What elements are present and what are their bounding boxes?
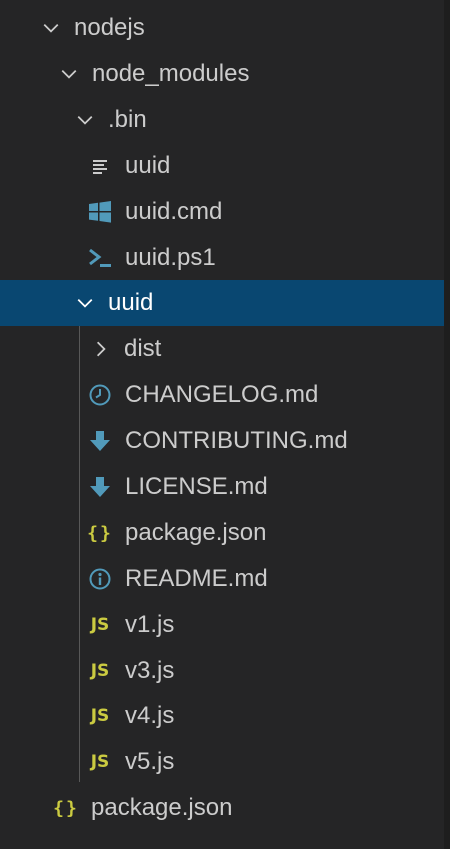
tree-file-root-package-json[interactable]: {} package.json bbox=[0, 785, 444, 831]
tree-item-label: README.md bbox=[125, 565, 268, 592]
tree-file-uuid-cmd[interactable]: uuid.cmd bbox=[0, 189, 444, 235]
tree-item-label: v1.js bbox=[125, 611, 175, 638]
clock-icon bbox=[88, 383, 112, 407]
chevron-right-icon bbox=[96, 341, 106, 357]
tree-file-contributing[interactable]: CONTRIBUTING.md bbox=[0, 418, 444, 464]
text-file-icon bbox=[88, 154, 112, 178]
js-icon: JS bbox=[90, 615, 110, 635]
tree-item-label: dist bbox=[124, 335, 162, 362]
chevron-down-icon bbox=[61, 69, 77, 79]
tree-file-v5-js[interactable]: JS v5.js bbox=[0, 739, 444, 785]
tree-file-readme[interactable]: README.md bbox=[0, 556, 444, 602]
tree-folder-nodejs[interactable]: nodejs bbox=[0, 5, 444, 51]
json-braces-icon: {} bbox=[87, 522, 113, 544]
powershell-icon bbox=[88, 246, 112, 270]
tree-file-v4-js[interactable]: JS v4.js bbox=[0, 693, 444, 739]
js-icon: JS bbox=[90, 752, 110, 772]
download-arrow-icon bbox=[88, 475, 112, 499]
tree-folder-node-modules[interactable]: node_modules bbox=[0, 51, 444, 97]
info-icon bbox=[88, 567, 112, 591]
chevron-down-icon bbox=[77, 298, 93, 308]
js-icon: JS bbox=[90, 706, 110, 726]
tree-item-label: package.json bbox=[91, 794, 233, 821]
windows-icon bbox=[88, 200, 112, 224]
tree-item-label: CHANGELOG.md bbox=[125, 381, 319, 408]
json-braces-icon: {} bbox=[53, 797, 79, 819]
tree-item-label: v4.js bbox=[125, 702, 175, 729]
tree-file-uuid-package-json[interactable]: {} package.json bbox=[0, 510, 444, 556]
tree-file-uuid[interactable]: uuid bbox=[0, 143, 444, 189]
tree-item-label: node_modules bbox=[92, 60, 250, 87]
panel-divider bbox=[444, 0, 450, 849]
download-arrow-icon bbox=[88, 429, 112, 453]
tree-item-label: package.json bbox=[125, 519, 267, 546]
tree-item-label: uuid.cmd bbox=[125, 198, 223, 225]
tree-item-label: CONTRIBUTING.md bbox=[125, 427, 348, 454]
tree-file-license[interactable]: LICENSE.md bbox=[0, 464, 444, 510]
tree-item-label: nodejs bbox=[74, 14, 145, 41]
tree-file-v3-js[interactable]: JS v3.js bbox=[0, 648, 444, 694]
tree-item-label: uuid bbox=[108, 289, 154, 316]
chevron-down-icon bbox=[43, 23, 59, 33]
tree-folder-bin[interactable]: .bin bbox=[0, 97, 444, 143]
tree-file-v1-js[interactable]: JS v1.js bbox=[0, 602, 444, 648]
js-icon: JS bbox=[90, 661, 110, 681]
chevron-down-icon bbox=[77, 115, 93, 125]
tree-item-label: v3.js bbox=[125, 657, 175, 684]
tree-item-label: uuid.ps1 bbox=[125, 244, 216, 271]
tree-item-label: uuid bbox=[125, 152, 171, 179]
tree-file-uuid-ps1[interactable]: uuid.ps1 bbox=[0, 235, 444, 281]
tree-item-label: .bin bbox=[108, 106, 147, 133]
tree-folder-uuid[interactable]: uuid bbox=[0, 280, 444, 326]
tree-folder-dist[interactable]: dist bbox=[0, 326, 444, 372]
tree-file-changelog[interactable]: CHANGELOG.md bbox=[0, 372, 444, 418]
tree-item-label: v5.js bbox=[125, 748, 175, 775]
file-explorer-tree: nodejs node_modules .bin uuid uuid.cmd u… bbox=[0, 0, 444, 849]
tree-item-label: LICENSE.md bbox=[125, 473, 268, 500]
